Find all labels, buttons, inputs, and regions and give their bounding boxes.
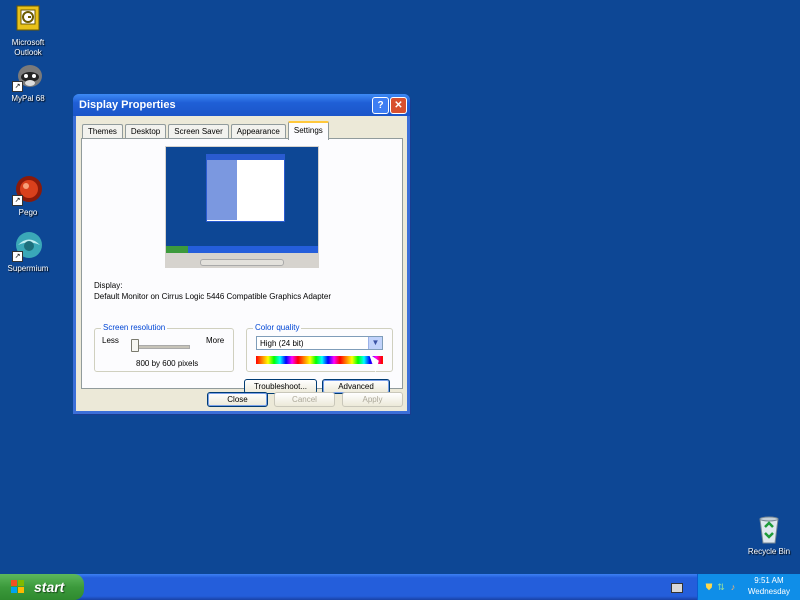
resolution-slider-track[interactable]: [133, 345, 190, 349]
close-button[interactable]: Close: [207, 392, 268, 407]
desktop-icon-mypal[interactable]: ↗ MyPal 68: [0, 60, 58, 104]
system-tray: ⛊ ⇅ ♪ 9:51 AM Wednesday: [697, 574, 800, 600]
close-window-button[interactable]: ✕: [390, 97, 407, 114]
network-icon[interactable]: ⇅: [716, 582, 726, 592]
recycle-bin-icon: [753, 513, 785, 545]
color-quality-value: High (24 bit): [260, 339, 304, 348]
tab-appearance[interactable]: Appearance: [230, 124, 286, 139]
shortcut-arrow-icon: ↗: [12, 195, 23, 206]
display-properties-window: Display Properties ? ✕ Themes Desktop Sc…: [73, 94, 410, 414]
desktop-icon-supermium[interactable]: ↗ Supermium: [0, 230, 58, 274]
taskbar: start ⛊ ⇅ ♪ 9:51 AM Wednesday: [0, 574, 800, 600]
desktop-icon-outlook[interactable]: Microsoft Outlook: [0, 4, 58, 58]
supermium-icon: ↗: [12, 230, 44, 262]
help-button[interactable]: ?: [372, 97, 389, 114]
clock[interactable]: 9:51 AM Wednesday: [748, 575, 790, 597]
preview-taskbar-icon: [166, 246, 318, 253]
desktop-icon-pego[interactable]: ↗ Pego: [0, 174, 58, 218]
volume-icon[interactable]: ♪: [728, 582, 738, 592]
resolution-less-label: Less: [102, 336, 119, 345]
chevron-down-icon[interactable]: ▼: [368, 337, 382, 349]
preview-window-icon: [206, 154, 285, 222]
display-value: Default Monitor on Cirrus Logic 5446 Com…: [94, 292, 332, 301]
resolution-more-label: More: [206, 336, 225, 345]
clock-day: Wednesday: [747, 587, 790, 596]
pego-icon: ↗: [12, 174, 44, 206]
cancel-button[interactable]: Cancel: [274, 392, 335, 407]
desktop-icon-label: Microsoft: [11, 38, 45, 47]
clock-time: 9:51 AM: [754, 576, 784, 585]
tab-desktop[interactable]: Desktop: [124, 124, 167, 139]
resolution-value: 800 by 600 pixels: [136, 359, 199, 368]
monitor-screen: [166, 147, 318, 253]
security-shield-icon[interactable]: ⛊: [704, 582, 714, 592]
outlook-icon: [12, 4, 44, 36]
resolution-slider-thumb[interactable]: [131, 339, 139, 352]
screen-resolution-group: Screen resolution Less More 800 by 600 p…: [94, 323, 234, 372]
keyboard-icon[interactable]: [671, 583, 683, 593]
tab-themes[interactable]: Themes: [82, 124, 123, 139]
window-body: Themes Desktop Screen Saver Appearance S…: [76, 116, 407, 411]
shortcut-arrow-icon: ↗: [12, 251, 23, 262]
desktop-icon-label: Supermium: [7, 264, 49, 273]
desktop-icon-label: Pego: [18, 208, 38, 217]
start-label: start: [34, 579, 65, 595]
color-quality-group: Color quality High (24 bit) ▼: [246, 323, 393, 372]
desktop-icon-recycle-bin[interactable]: Recycle Bin: [739, 513, 799, 557]
screen-resolution-title: Screen resolution: [101, 323, 168, 332]
color-spectrum-bar: [256, 356, 383, 364]
display-label: Display:: [94, 281, 123, 290]
desktop-icon-label: Recycle Bin: [747, 547, 791, 556]
mypal-icon: ↗: [12, 60, 44, 92]
color-quality-select[interactable]: High (24 bit) ▼: [256, 336, 383, 350]
window-title: Display Properties: [79, 99, 176, 111]
monitor-stand-icon: [200, 259, 284, 266]
tab-screen-saver[interactable]: Screen Saver: [168, 124, 229, 139]
color-quality-title: Color quality: [253, 323, 302, 332]
windows-logo-icon: [11, 580, 25, 594]
tab-settings[interactable]: Settings: [287, 121, 329, 140]
title-bar[interactable]: Display Properties ? ✕: [73, 94, 410, 116]
apply-button[interactable]: Apply: [342, 392, 403, 407]
desktop-icon-label: Outlook: [14, 48, 42, 57]
display-info: Display: Default Monitor on Cirrus Logic…: [94, 280, 331, 302]
tab-strip: Themes Desktop Screen Saver Appearance S…: [82, 121, 331, 140]
start-button[interactable]: start: [0, 574, 84, 600]
settings-panel: Display: Default Monitor on Cirrus Logic…: [81, 138, 403, 394]
monitor-preview: [165, 146, 319, 268]
shortcut-arrow-icon: ↗: [12, 81, 23, 92]
desktop-icon-label: MyPal 68: [11, 94, 45, 103]
